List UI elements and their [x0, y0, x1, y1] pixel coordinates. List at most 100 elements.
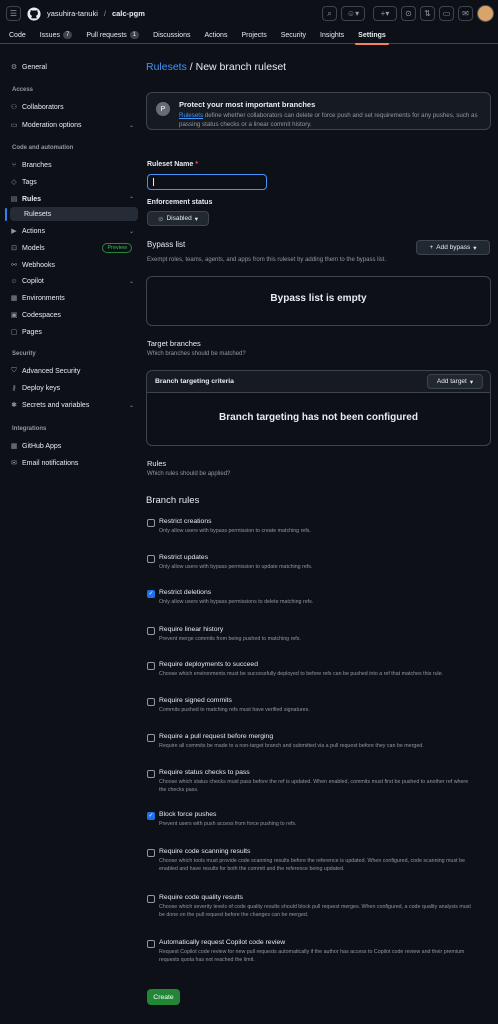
sidebar-item-codespaces[interactable]: ▣ Codespaces: [10, 308, 138, 322]
rule-title[interactable]: Require signed commits: [159, 697, 232, 704]
rule-checkbox[interactable]: [147, 627, 155, 635]
triangle-down-icon: ▾: [469, 378, 474, 386]
rule-checkbox[interactable]: [147, 849, 155, 857]
button-label: Add target: [436, 378, 467, 385]
issues-count-badge: 7: [62, 31, 73, 39]
rule-checkbox[interactable]: [147, 734, 155, 742]
rules-label: Rules: [147, 459, 167, 468]
rule-title[interactable]: Restrict updates: [159, 554, 208, 561]
sidebar-item-models[interactable]: ⊡ Models Preview: [10, 241, 138, 255]
sidebar-item-label: Collaborators: [22, 103, 64, 111]
tab-pull-requests[interactable]: Pull requests 1: [86, 27, 140, 44]
tab-discussions[interactable]: Discussions: [153, 27, 190, 44]
play-icon: ▶: [11, 228, 17, 235]
tab-label: Projects: [241, 31, 267, 39]
copilot-icon: ☺: [10, 277, 18, 285]
pull-requests-icon[interactable]: ⇅: [420, 6, 435, 21]
ruleset-name-label: Ruleset Name *: [147, 161, 198, 168]
rule-checkbox[interactable]: [147, 895, 155, 903]
create-button[interactable]: Create: [147, 989, 180, 1005]
rule-checkbox[interactable]: ✓: [147, 812, 155, 820]
tab-label: Insights: [320, 31, 345, 39]
inbox-icon[interactable]: ✉: [458, 6, 473, 21]
sidebar-item-github-apps[interactable]: ▦ GitHub Apps: [10, 439, 138, 453]
copilot-icon[interactable]: ☺▾: [341, 6, 365, 21]
avatar[interactable]: [477, 5, 494, 22]
branch-rule-item: Require a pull request before merging Req…: [147, 733, 487, 763]
add-target-button[interactable]: Add target ▾: [427, 374, 483, 389]
sidebar-item-email[interactable]: ✉ Email notifications: [10, 456, 138, 470]
rulesets-docs-link[interactable]: Rulesets: [179, 112, 203, 119]
chevron-up-icon: ⌃: [128, 196, 134, 203]
bypass-list-panel: Bypass list is empty: [146, 276, 491, 326]
sidebar-item-label: Deploy keys: [22, 384, 61, 392]
rule-title[interactable]: Require deployments to succeed: [159, 661, 258, 668]
branch-rule-item: Require signed commits Commits pushed to …: [147, 697, 487, 727]
branch-rule-item: Require deployments to succeed Choose whi…: [147, 661, 487, 691]
search-icon[interactable]: ⌕: [322, 6, 337, 21]
tab-issues[interactable]: Issues 7: [40, 27, 73, 44]
owner-link[interactable]: yasuhira-tanuki: [47, 9, 98, 18]
rule-title[interactable]: Restrict creations: [159, 518, 212, 525]
rule-checkbox[interactable]: [147, 662, 155, 670]
discussions-icon[interactable]: ▭: [439, 6, 454, 21]
tab-projects[interactable]: Projects: [241, 27, 266, 44]
sidebar-item-collaborators[interactable]: ⚇ Collaborators: [10, 100, 138, 114]
sidebar-item-rules[interactable]: ▤ Rules ⌃: [10, 192, 138, 206]
enforcement-dropdown[interactable]: ⊘ Disabled ▾: [147, 211, 209, 226]
add-bypass-button[interactable]: + Add bypass ▾: [416, 240, 490, 255]
sidebar-item-advanced-security[interactable]: ⛉ Advanced Security: [10, 364, 138, 378]
sidebar-item-rulesets[interactable]: Rulesets: [10, 207, 138, 221]
rule-title[interactable]: Block force pushes: [159, 811, 216, 818]
rulesets-breadcrumb-link[interactable]: Rulesets: [146, 61, 187, 73]
rule-title[interactable]: Require code scanning results: [159, 848, 250, 855]
rule-checkbox[interactable]: [147, 940, 155, 948]
tab-insights[interactable]: Insights: [320, 27, 344, 44]
github-logo-icon[interactable]: [27, 6, 41, 21]
rule-title[interactable]: Automatically request Copilot code revie…: [159, 939, 285, 946]
sidebar-item-label: Environments: [22, 294, 65, 302]
rule-checkbox[interactable]: [147, 519, 155, 527]
repo-link[interactable]: calc-pgm: [112, 9, 145, 18]
sidebar-item-label: Codespaces: [22, 311, 61, 319]
rule-title[interactable]: Require status checks to pass: [159, 769, 250, 776]
rule-checkbox[interactable]: [147, 698, 155, 706]
sidebar-item-label: General: [22, 63, 47, 71]
tab-settings[interactable]: Settings: [355, 27, 389, 45]
issues-icon[interactable]: ⊙: [401, 6, 416, 21]
sidebar-item-actions[interactable]: ▶ Actions ⌄: [10, 224, 138, 238]
rule-title[interactable]: Require linear history: [159, 626, 223, 633]
sidebar-item-moderation[interactable]: ▭ Moderation options ⌄: [10, 118, 138, 132]
tab-label: Code: [9, 31, 26, 39]
branch-rule-item: Require code scanning results Choose whic…: [147, 848, 487, 878]
rule-title[interactable]: Require code quality results: [159, 894, 243, 901]
sidebar-item-general[interactable]: ⚙ General: [10, 60, 138, 74]
codespaces-icon: ▣: [10, 312, 18, 319]
sidebar-item-deploy-keys[interactable]: ⚷ Deploy keys: [10, 381, 138, 395]
sidebar-item-label: Rulesets: [24, 210, 52, 218]
rule-title[interactable]: Require a pull request before merging: [159, 733, 273, 740]
menu-icon[interactable]: ☰: [6, 6, 21, 21]
tab-actions[interactable]: Actions: [204, 27, 227, 44]
sidebar-item-webhooks[interactable]: ⚯ Webhooks: [10, 258, 138, 272]
tab-code[interactable]: Code: [9, 27, 26, 44]
branch-targeting-panel: Branch targeting criteria Add target ▾ Br…: [146, 370, 491, 446]
branch-icon: ⑂: [11, 161, 17, 169]
sidebar-item-copilot[interactable]: ☺ Copilot ⌄: [10, 274, 138, 288]
sidebar-item-tags[interactable]: ◇ Tags: [10, 175, 138, 189]
sidebar-item-pages[interactable]: ▢ Pages: [10, 325, 138, 339]
gear-icon: ⚙: [10, 64, 18, 71]
banner-description: Rulesets define whether collaborators ca…: [179, 112, 479, 129]
sidebar-item-secrets[interactable]: ✱ Secrets and variables ⌄: [10, 398, 138, 412]
sidebar-item-label: Copilot: [22, 277, 44, 285]
sidebar-item-environments[interactable]: ▦ Environments: [10, 291, 138, 305]
rule-title[interactable]: Restrict deletions: [159, 589, 211, 596]
rule-checkbox[interactable]: ✓: [147, 590, 155, 598]
rule-checkbox[interactable]: [147, 555, 155, 563]
bypass-list-label: Bypass list: [147, 240, 186, 249]
ruleset-name-input[interactable]: [147, 174, 267, 190]
sidebar-item-branches[interactable]: ⑂ Branches: [10, 158, 138, 172]
rule-checkbox[interactable]: [147, 770, 155, 778]
tab-security[interactable]: Security: [281, 27, 306, 44]
create-new-icon[interactable]: +▾: [373, 6, 397, 21]
